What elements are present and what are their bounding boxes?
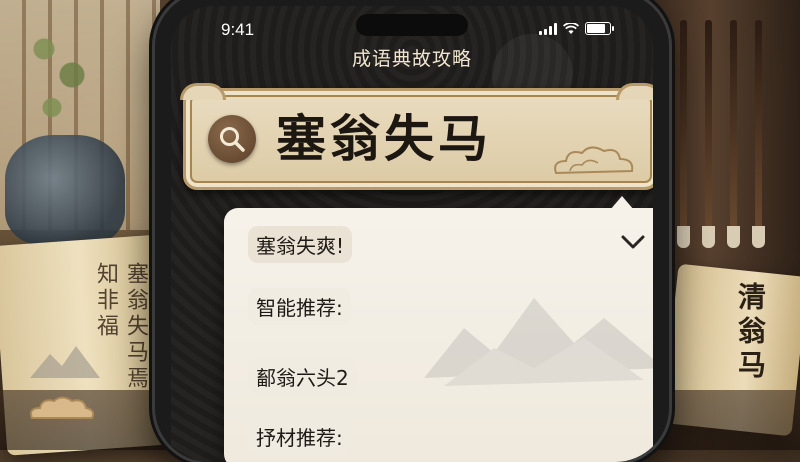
- suggestion-item-top[interactable]: 塞翁失爽!: [248, 226, 353, 263]
- mountain-decoration-small: [30, 346, 100, 378]
- search-box[interactable]: [180, 83, 653, 190]
- battery-icon: [585, 22, 614, 35]
- status-time: 9:41: [221, 20, 255, 39]
- status-bar: 9:41: [171, 6, 653, 46]
- material-recommend-label: 抒材推荐:: [248, 418, 351, 455]
- signal-icon: [539, 23, 557, 35]
- cloud-icon: [30, 396, 95, 419]
- cloud-icon: [554, 146, 634, 175]
- brush: [677, 20, 690, 248]
- search-icon: [220, 127, 245, 152]
- dynamic-island: [356, 14, 468, 36]
- smart-recommend-label: 智能推荐:: [248, 288, 351, 325]
- phone-screen: 9:41 成语典故攻略 塞翁失马 塞翁失爽! 智能推荐: 鄐翁六头2 抒材推荐:: [171, 6, 653, 462]
- suggestion-item[interactable]: 鄐翁六头2: [248, 358, 357, 395]
- phone-frame: 9:41 成语典故攻略 塞翁失马 塞翁失爽! 智能推荐: 鄐翁六头2 抒材推荐:: [155, 0, 669, 462]
- search-button[interactable]: [208, 115, 256, 163]
- chevron-down-icon[interactable]: [620, 234, 646, 250]
- wifi-icon: [563, 23, 579, 34]
- suggestion-dropdown: 塞翁失爽! 智能推荐: 鄐翁六头2 抒材推荐:: [224, 196, 653, 462]
- brush: [727, 20, 740, 248]
- background-brush-rack: [650, 0, 800, 280]
- brush: [702, 20, 715, 248]
- status-icons: [539, 22, 614, 35]
- mountain-decoration: [424, 298, 653, 386]
- brush: [752, 20, 765, 248]
- app-title: 成语典故攻略: [351, 48, 472, 70]
- background-vase: [5, 135, 125, 245]
- background-plant: [20, 10, 100, 140]
